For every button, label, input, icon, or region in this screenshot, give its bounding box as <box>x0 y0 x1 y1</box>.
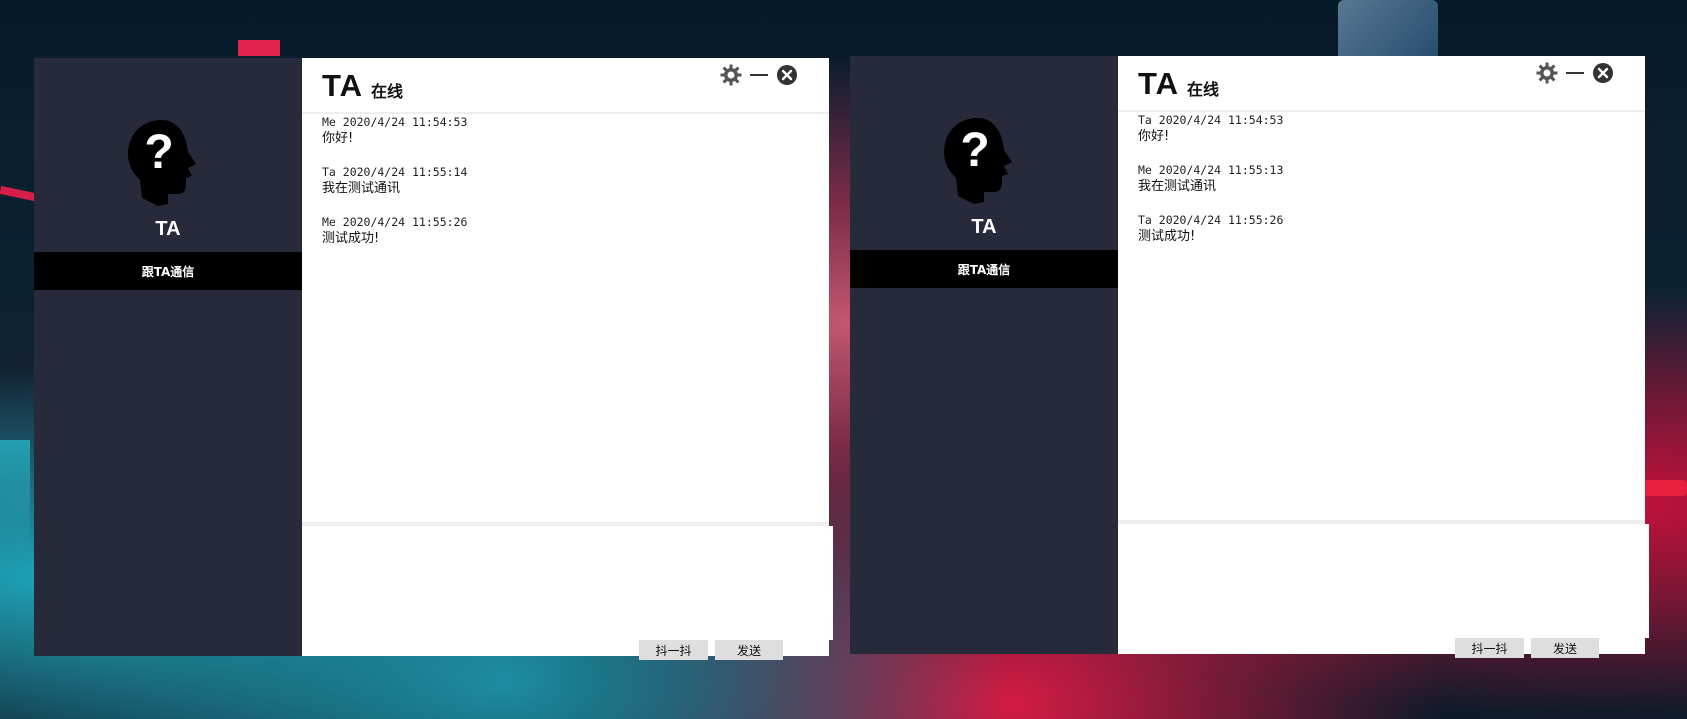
message-text: 你好! <box>322 131 354 146</box>
wallpaper-decoration <box>0 440 30 560</box>
message-item: Me 2020/4/24 11:55:13 我在测试通讯 <box>1138 162 1628 196</box>
online-status: 在线 <box>371 82 404 101</box>
chat-panel: TA 在线 <box>1118 56 1649 658</box>
settings-button[interactable] <box>720 64 742 86</box>
message-meta: Ta 2020/4/24 11:55:26 <box>1138 213 1284 227</box>
message-input[interactable] <box>1118 524 1649 638</box>
wallpaper-decoration <box>1640 480 1687 496</box>
gear-icon <box>1536 62 1558 84</box>
message-meta: Ta 2020/4/24 11:55:14 <box>322 165 468 179</box>
contact-sidebar: ? TA 跟TA通信 <box>850 56 1118 654</box>
message-list: Ta 2020/4/24 11:54:53 你好! Me 2020/4/24 1… <box>1138 112 1628 512</box>
minimize-icon <box>1566 72 1584 74</box>
message-meta: Me 2020/4/24 11:54:53 <box>322 115 468 129</box>
message-item: Me 2020/4/24 11:55:26 测试成功! <box>322 214 812 248</box>
chat-window-1: ? TA 跟TA通信 TA 在线 Me 2020/4/24 11:54:53 你… <box>34 58 833 660</box>
contact-chat-item[interactable]: 跟TA通信 <box>850 250 1118 288</box>
shake-button[interactable]: 抖一抖 <box>1455 638 1524 658</box>
message-text: 我在测试通讯 <box>322 181 401 196</box>
close-icon <box>777 65 797 85</box>
close-button[interactable] <box>1592 62 1614 84</box>
minimize-button[interactable] <box>748 64 770 86</box>
message-text: 测试成功! <box>1138 229 1196 244</box>
unknown-person-icon: ? <box>944 118 1012 204</box>
svg-text:?: ? <box>144 126 173 179</box>
wallpaper-decoration <box>238 40 280 56</box>
chat-header: TA 在线 <box>1118 56 1645 112</box>
send-button[interactable]: 发送 <box>1531 638 1599 658</box>
message-meta: Ta 2020/4/24 11:54:53 <box>1138 113 1284 127</box>
minimize-button[interactable] <box>1564 62 1586 84</box>
chat-title: TA <box>322 68 364 103</box>
chat-window-2: ? TA 跟TA通信 TA 在线 Ta 2020/4/24 11:54:53 你… <box>850 56 1649 658</box>
shake-button[interactable]: 抖一抖 <box>639 640 708 660</box>
message-meta: Me 2020/4/24 11:55:26 <box>322 215 468 229</box>
message-item: Ta 2020/4/24 11:54:53 你好! <box>1138 112 1628 146</box>
message-text: 你好! <box>1138 129 1170 144</box>
message-item: Ta 2020/4/24 11:55:26 测试成功! <box>1138 212 1628 246</box>
unknown-person-icon: ? <box>128 120 196 206</box>
message-list: Me 2020/4/24 11:54:53 你好! Ta 2020/4/24 1… <box>322 114 812 514</box>
send-button[interactable]: 发送 <box>715 640 783 660</box>
settings-button[interactable] <box>1536 62 1558 84</box>
close-icon <box>1593 63 1613 83</box>
chat-header: TA 在线 <box>302 58 829 114</box>
message-item: Ta 2020/4/24 11:55:14 我在测试通讯 <box>322 164 812 198</box>
contact-name: TA <box>971 216 997 238</box>
message-text: 我在测试通讯 <box>1138 179 1217 194</box>
contact-chat-item[interactable]: 跟TA通信 <box>34 252 302 290</box>
gear-icon <box>720 64 742 86</box>
wallpaper-decoration <box>1338 0 1438 60</box>
message-input[interactable] <box>302 526 833 640</box>
chat-title: TA <box>1138 66 1180 101</box>
message-meta: Me 2020/4/24 11:55:13 <box>1138 163 1284 177</box>
chat-panel: TA 在线 <box>302 58 833 660</box>
message-item: Me 2020/4/24 11:54:53 你好! <box>322 114 812 148</box>
contact-name: TA <box>155 218 181 240</box>
online-status: 在线 <box>1187 80 1220 99</box>
minimize-icon <box>750 74 768 76</box>
contact-sidebar: ? TA 跟TA通信 <box>34 58 302 656</box>
message-text: 测试成功! <box>322 231 380 246</box>
close-button[interactable] <box>776 64 798 86</box>
svg-text:?: ? <box>960 124 989 177</box>
